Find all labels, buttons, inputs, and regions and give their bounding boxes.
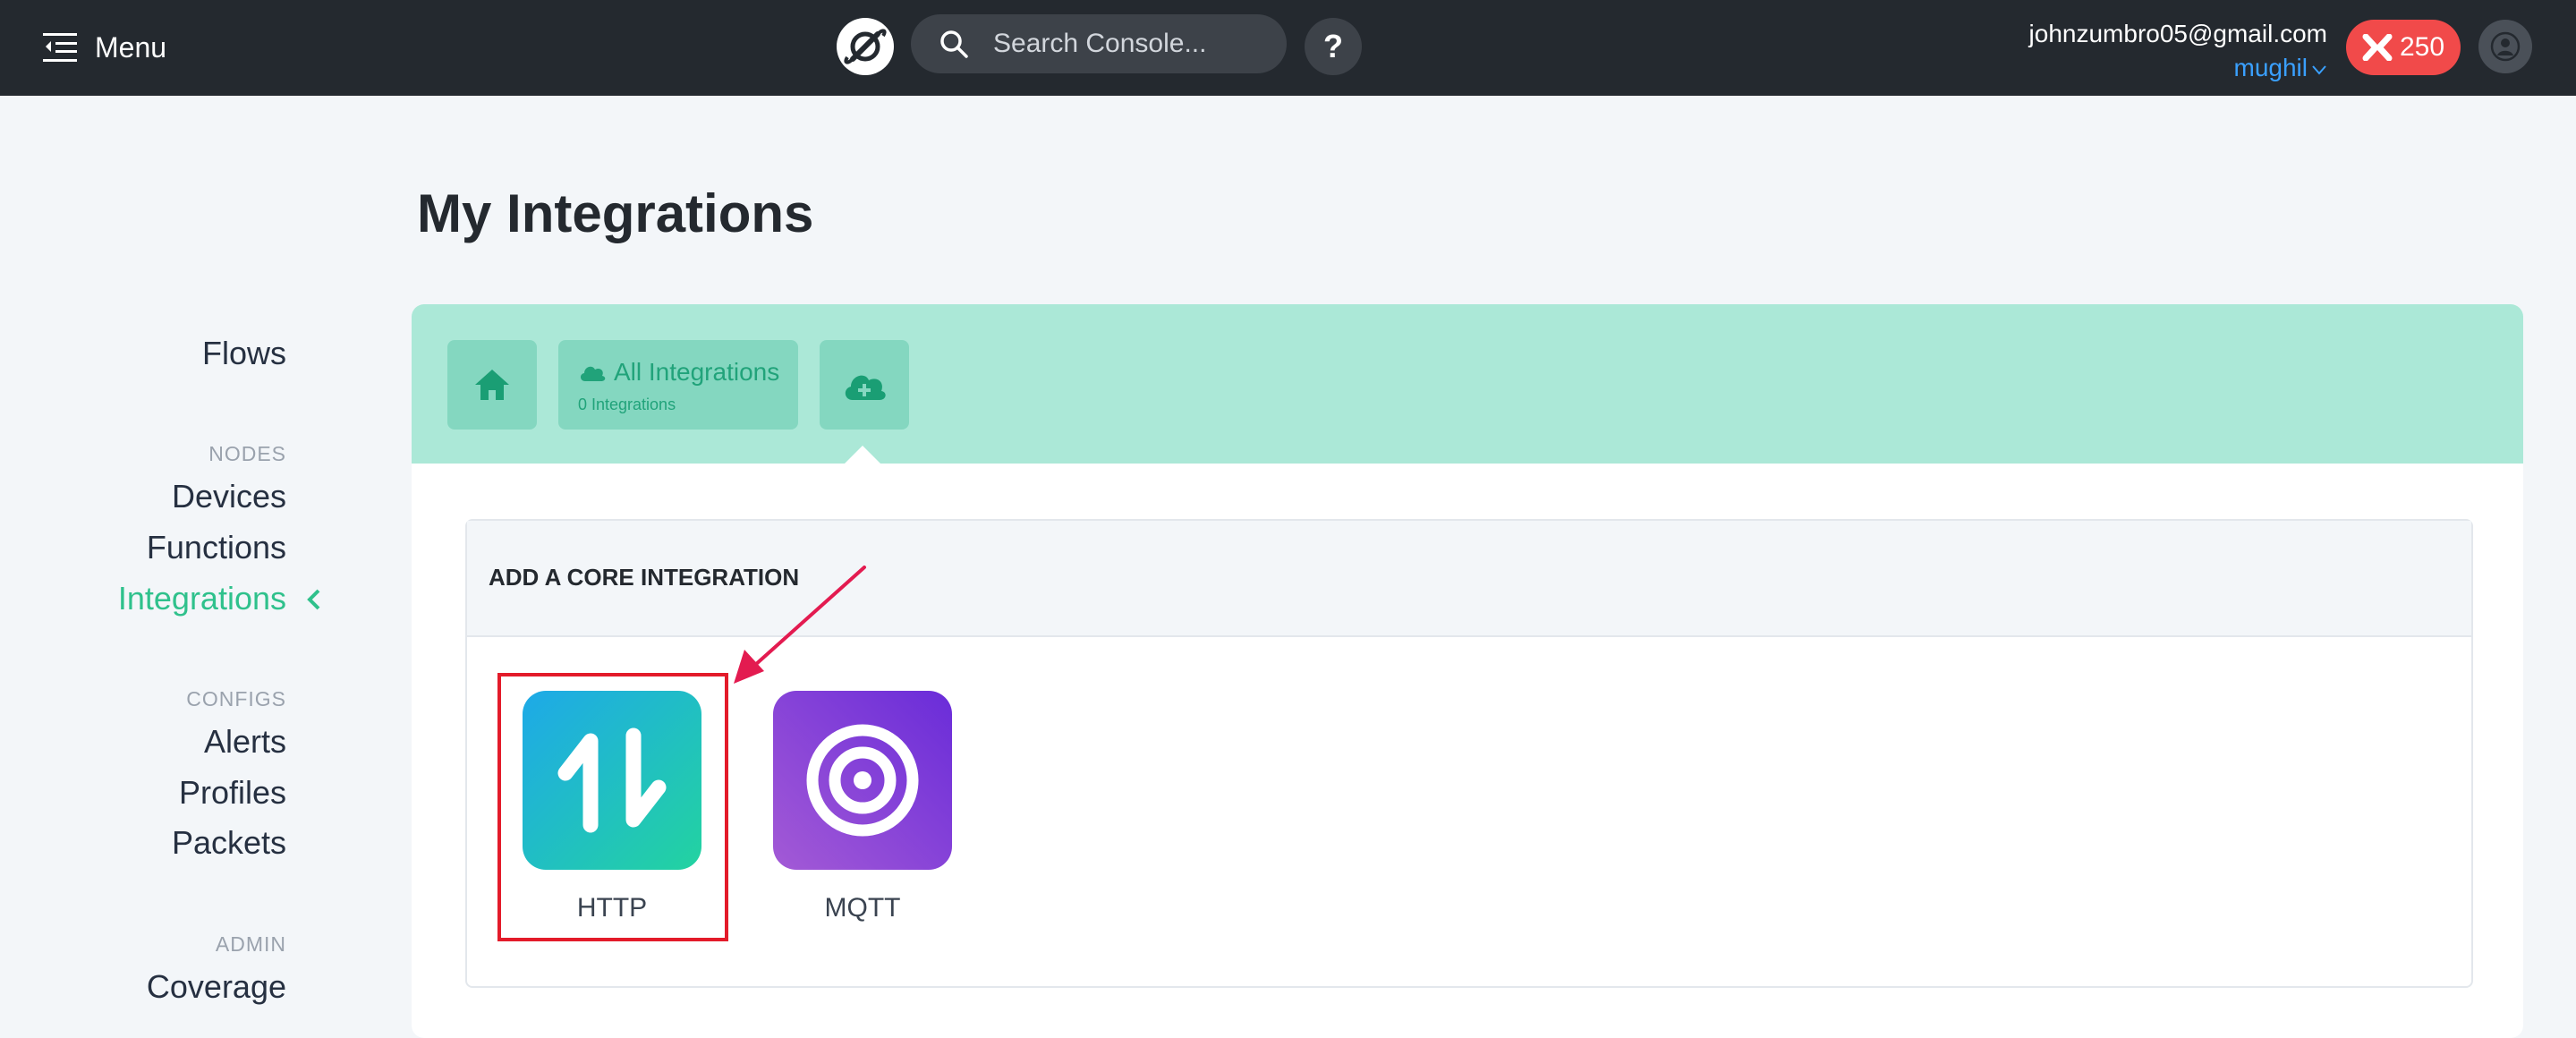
all-integrations-tab[interactable]: All Integrations 0 Integrations (558, 340, 798, 430)
mqtt-integration-label: MQTT (824, 893, 901, 923)
target-icon (806, 724, 919, 837)
sidebar-item-packets[interactable]: Packets (172, 824, 286, 862)
menu-button[interactable]: Menu (43, 29, 166, 66)
all-integrations-label: All Integrations (614, 358, 780, 386)
account-info: johnzumbro05@gmail.com mughil (2029, 20, 2327, 82)
integrations-count: 0 Integrations (578, 396, 676, 413)
cloud-plus-icon (845, 375, 886, 400)
add-integration-tab-button[interactable] (820, 340, 909, 430)
user-avatar[interactable] (2478, 20, 2532, 73)
chevron-down-icon (2312, 65, 2326, 75)
top-bar: Menu ? johnzumbro05@gmail.com mughil 250 (0, 0, 2576, 96)
mqtt-integration-icon (773, 691, 952, 870)
sidebar-item-flows[interactable]: Flows (202, 335, 286, 372)
help-button[interactable]: ? (1305, 18, 1362, 75)
panel-header: All Integrations 0 Integrations (412, 304, 2523, 465)
dc-credits-badge[interactable]: 250 (2346, 20, 2461, 75)
sidebar-section-configs: CONFIGS (186, 687, 286, 710)
search-icon (940, 30, 968, 58)
all-integrations-row: All Integrations (578, 358, 779, 387)
credits-count: 250 (2399, 32, 2445, 62)
home-icon (475, 370, 509, 400)
search-bar[interactable] (911, 14, 1287, 73)
page-title: My Integrations (417, 183, 814, 243)
org-name: mughil (2233, 54, 2308, 81)
sidebar-item-coverage[interactable]: Coverage (147, 968, 286, 1006)
mqtt-integration-tile[interactable]: MQTT (773, 691, 952, 923)
sidebar-item-alerts[interactable]: Alerts (204, 723, 286, 761)
sidebar-item-integrations[interactable]: Integrations (117, 580, 320, 617)
search-input[interactable] (991, 28, 1281, 60)
org-switcher[interactable]: mughil (2029, 54, 2327, 82)
helium-logo[interactable] (837, 18, 894, 75)
menu-icon (43, 33, 77, 62)
sidebar-item-label: Integrations (117, 580, 286, 617)
sidebar-item-functions[interactable]: Functions (147, 529, 286, 566)
active-tab-caret (843, 446, 882, 465)
pointer-arrow-icon (734, 566, 866, 684)
helium-logo-icon (844, 29, 887, 64)
http-highlight-box (497, 673, 728, 941)
chevron-left-icon (307, 589, 320, 610)
sidebar-section-admin: ADMIN (215, 932, 286, 956)
sidebar-item-profiles[interactable]: Profiles (179, 774, 286, 812)
user-icon (2490, 31, 2521, 62)
user-email: johnzumbro05@gmail.com (2028, 20, 2327, 47)
sidebar-item-devices[interactable]: Devices (172, 478, 286, 515)
sidebar-section-nodes: NODES (208, 442, 286, 465)
menu-label: Menu (95, 30, 167, 64)
home-tab-button[interactable] (447, 340, 537, 430)
cloud-icon (580, 366, 606, 381)
data-credits-icon (2362, 34, 2393, 61)
